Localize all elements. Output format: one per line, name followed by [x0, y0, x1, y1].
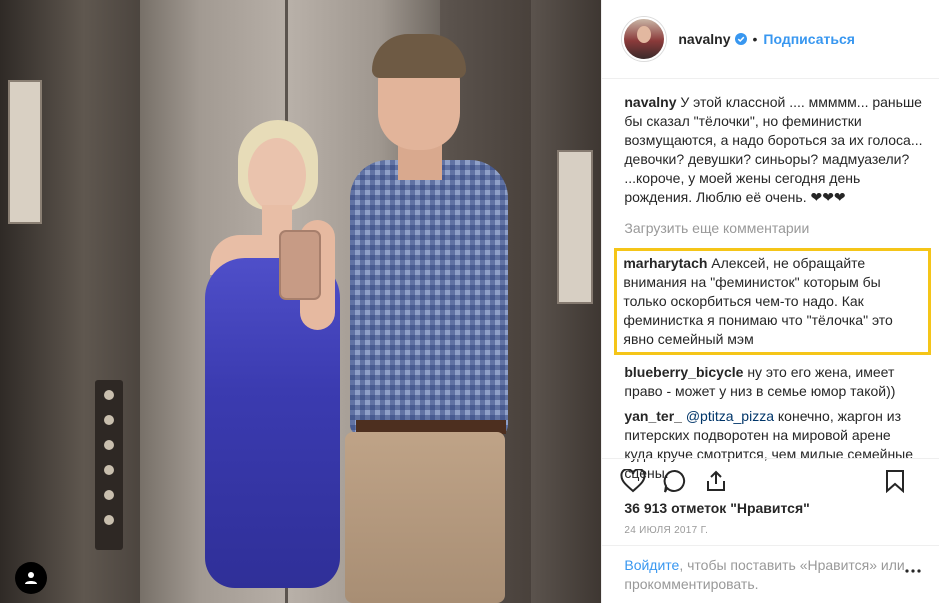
comment: blueberry_bicycle ну это его жена, имеет… [624, 363, 923, 401]
header-separator: • [752, 31, 758, 47]
elevator-sign-right [557, 150, 594, 304]
user-icon [25, 572, 37, 584]
load-more-comments[interactable]: Загрузить еще комментарии [624, 219, 923, 238]
instagram-post: navalny • Подписаться navalny У этой кла… [0, 0, 939, 603]
post-photo[interactable] [0, 0, 602, 603]
post-date[interactable]: 24 ИЮЛЯ 2017 Г. [624, 525, 708, 536]
caption-text: У этой классной .... ммммм... раньше бы … [624, 94, 923, 205]
elevator-buttons [95, 380, 123, 550]
comments-list: navalny У этой классной .... ммммм... ра… [602, 79, 939, 483]
avatar[interactable] [622, 17, 667, 61]
comment-username[interactable]: marharytach [623, 255, 707, 271]
phone [279, 230, 321, 300]
bookmark-icon[interactable] [885, 469, 905, 493]
more-icon[interactable] [905, 569, 921, 573]
comment-highlighted: marharytach Алексей, не обращайте вниман… [614, 248, 931, 355]
man-hair [372, 34, 466, 78]
comment-mention[interactable]: @ptitza_pizza [686, 408, 774, 424]
post-sidebar: navalny • Подписаться navalny У этой кла… [601, 0, 939, 603]
follow-button[interactable]: Подписаться [763, 31, 855, 47]
caption-username[interactable]: navalny [624, 94, 676, 110]
man-pants [345, 432, 505, 603]
login-link[interactable]: Войдите [624, 557, 679, 573]
woman-face [248, 138, 306, 212]
heart-icon[interactable] [620, 468, 646, 493]
post-header: navalny • Подписаться [602, 0, 939, 79]
header-username[interactable]: navalny [678, 31, 730, 47]
login-prompt: Войдите, чтобы поставить «Нравится» или … [602, 545, 939, 604]
comment-username[interactable]: yan_ter_ [624, 408, 682, 424]
like-count[interactable]: 36 913 отметок "Нравится" [624, 500, 809, 516]
action-bar [602, 458, 939, 502]
man-shirt [350, 160, 508, 435]
share-icon[interactable] [704, 469, 728, 493]
caption: navalny У этой классной .... ммммм... ра… [624, 93, 923, 207]
tagged-user-button[interactable] [15, 562, 47, 594]
comment-username[interactable]: blueberry_bicycle [624, 364, 743, 380]
elevator-sign-left [8, 80, 42, 224]
verified-icon [734, 33, 747, 45]
comment-icon[interactable] [662, 469, 688, 493]
